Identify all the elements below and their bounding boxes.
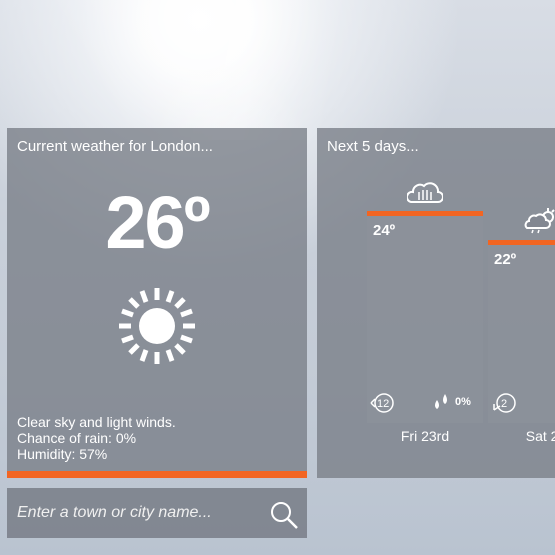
current-temperature: 26º bbox=[105, 181, 210, 264]
weather-summary: Clear sky and light winds. bbox=[17, 414, 176, 430]
accent-bar bbox=[7, 471, 307, 478]
rain-percent: 0% bbox=[455, 396, 471, 408]
forecast-day-label: Sat 24 bbox=[525, 428, 555, 444]
current-conditions: Clear sky and light winds. Chance of rai… bbox=[17, 414, 176, 462]
forecast-day[interactable]: 22º 2 Sat 24 bbox=[488, 128, 555, 478]
current-weather-panel: Current weather for London... 26º Clear … bbox=[7, 128, 307, 478]
humidity: Humidity: 57% bbox=[17, 446, 108, 462]
search-icon[interactable] bbox=[269, 500, 299, 530]
location-search bbox=[7, 488, 307, 538]
wind-speed: 12 bbox=[377, 398, 390, 410]
location-search-input[interactable] bbox=[17, 500, 257, 526]
forecast-column: 24º 12 0% bbox=[367, 211, 483, 423]
forecast-high: 24º bbox=[373, 222, 396, 239]
forecast-day-label: Fri 23rd bbox=[400, 428, 450, 444]
rain-chance: Chance of rain: 0% bbox=[17, 430, 137, 446]
cloud-icon bbox=[407, 182, 443, 203]
wind-speed: 2 bbox=[501, 398, 508, 410]
forecast-day[interactable]: 24º 12 0% Fri 23rd bbox=[367, 128, 483, 478]
forecast-column: 22º 2 bbox=[488, 240, 555, 423]
forecast-panel: Next 5 days... 24º 12 0% Fri 23rd 22º 2 … bbox=[317, 128, 555, 478]
current-weather-heading: Current weather for London... bbox=[17, 138, 213, 155]
sun-icon bbox=[119, 288, 195, 364]
sky-background bbox=[0, 0, 555, 140]
sun-cloud-icon bbox=[524, 208, 555, 234]
forecast-high: 22º bbox=[494, 251, 517, 268]
